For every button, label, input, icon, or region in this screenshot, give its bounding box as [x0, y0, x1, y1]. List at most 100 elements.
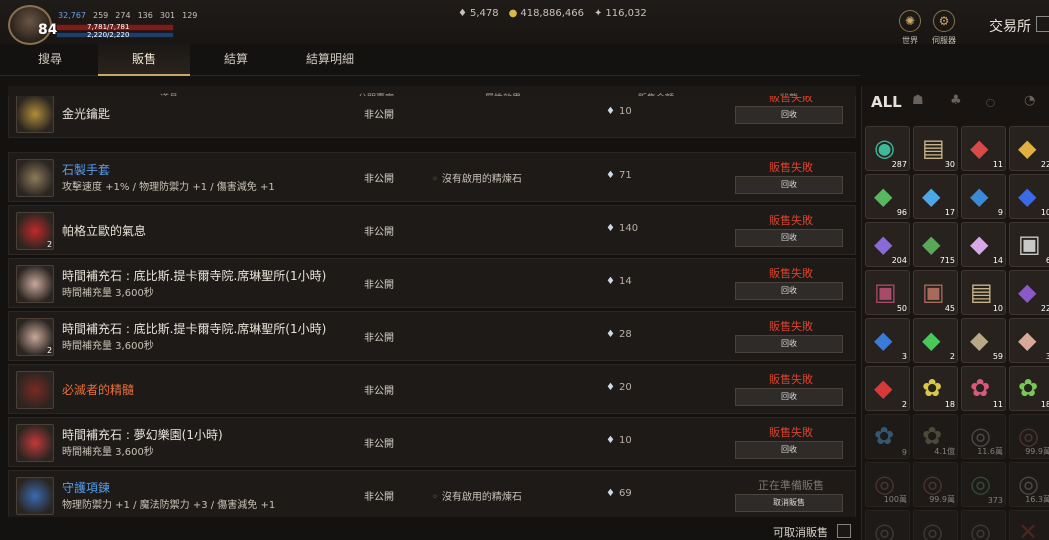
item-subtext: 時間補充量 3,600秒	[62, 447, 154, 458]
seller-visibility: 非公開	[364, 333, 394, 344]
item-icon: ✿	[1018, 374, 1039, 402]
inventory-slot[interactable]: ✿ 18	[1009, 366, 1049, 411]
server-button[interactable]: ⚙ 伺服器	[929, 10, 959, 46]
inv-tab-misc-icon[interactable]: ◔	[1024, 93, 1035, 108]
item-icon: ◆	[1018, 134, 1037, 162]
inventory-slot[interactable]: ◎	[961, 510, 1006, 540]
exit-button[interactable]	[1036, 16, 1049, 32]
inventory-slot[interactable]: ◆ 22	[1009, 126, 1049, 171]
slot-count: 99.9萬	[1025, 447, 1049, 456]
sale-row[interactable]: 時間補充石 : 底比斯.提卡爾寺院.席琳聖所(1小時) 時間補充量 3,600秒 非…	[8, 258, 856, 308]
inventory-slot[interactable]: ✕	[1009, 510, 1049, 540]
inventory-slot[interactable]: ▣ 50	[865, 270, 910, 315]
tab-bar: 搜尋 販售 結算 結算明細	[0, 44, 860, 76]
item-name: 必滅者的精髓	[62, 383, 135, 397]
item-icon[interactable]	[16, 265, 54, 303]
inventory-slot[interactable]: ◆ 2	[913, 318, 958, 363]
inventory-slot[interactable]: ◆ 9	[961, 174, 1006, 219]
inventory-slot[interactable]: ▣ 6	[1009, 222, 1049, 267]
item-icon[interactable]	[16, 477, 54, 515]
inventory-slot[interactable]: ◆ 14	[961, 222, 1006, 267]
status-text: 正在準備販售	[758, 479, 824, 492]
reclaim-button[interactable]: 回收	[735, 282, 843, 300]
inventory-slot[interactable]: ◎ 99.9萬	[1009, 414, 1049, 459]
effect-value: 沒有啟用的精煉石	[441, 174, 522, 185]
seller-visibility: 非公開	[364, 439, 394, 450]
inventory-slot[interactable]: ◆ 11	[961, 126, 1006, 171]
price: ♦ 14	[606, 276, 632, 287]
inventory-slot[interactable]: ◎ 373	[961, 462, 1006, 507]
sale-row[interactable]: 守護項鍊 物理防禦力 +1 / 魔法防禦力 +3 / 傷害減免 +1 非公開 ◦ 沒有啟…	[8, 470, 856, 517]
item-icon[interactable]	[16, 96, 54, 133]
tab-sell[interactable]: 販售	[98, 44, 190, 76]
inventory-slot[interactable]: ▤ 30	[913, 126, 958, 171]
item-icon: ◆	[922, 230, 941, 258]
other-amount: 116,032	[605, 8, 647, 19]
inventory-panel: ALL ☗ ♣ ◯ ◔ ◉ 287 ▤ 30 ◆ 11 ◆ 22 ◆ 96 ◆ 17 ◆ 9 ◆ 10 ◆ 204…	[861, 86, 1049, 540]
inventory-slot[interactable]: ✿ 4.1億	[913, 414, 958, 459]
inventory-slot[interactable]: ◎ 16.3萬	[1009, 462, 1049, 507]
inv-tab-bag-icon[interactable]: ♣	[950, 93, 962, 108]
inv-tab-badge-icon[interactable]: ◯	[986, 98, 995, 107]
inventory-slot[interactable]: ▤ 10	[961, 270, 1006, 315]
item-icon[interactable]	[16, 371, 54, 409]
inventory-slot[interactable]: ◆ 2	[865, 366, 910, 411]
inventory-slot[interactable]: ◆ 715	[913, 222, 958, 267]
slot-count: 22	[1040, 304, 1049, 313]
item-icon: ◉	[874, 134, 895, 162]
item-icon[interactable]	[16, 424, 54, 462]
slot-count: 2	[949, 352, 955, 361]
inventory-slot[interactable]: ▣ 45	[913, 270, 958, 315]
inventory-slot[interactable]: ◎ 100萬	[865, 462, 910, 507]
inventory-slot[interactable]: ◉ 287	[865, 126, 910, 171]
top-status-bar: 84 32,767 259 274 136 301 129 7,781/7,78…	[0, 0, 1049, 46]
inv-tab-all[interactable]: ALL	[871, 93, 902, 111]
reclaim-button[interactable]: 回收	[735, 441, 843, 459]
cancelable-checkbox[interactable]	[837, 524, 851, 538]
price-value: 10	[618, 435, 632, 446]
reclaim-button[interactable]: 回收	[735, 106, 843, 124]
sale-row[interactable]: 金光鑰匙 非公開 ♦ 10 販售失敗 回收	[8, 96, 856, 138]
inventory-slot[interactable]: ✿ 9	[865, 414, 910, 459]
inventory-slot[interactable]: ✿ 18	[913, 366, 958, 411]
tab-settlement-details[interactable]: 結算明細	[282, 44, 378, 76]
inventory-slot[interactable]: ◎	[865, 510, 910, 540]
inventory-slot[interactable]: ◆ 17	[913, 174, 958, 219]
reclaim-button[interactable]: 回收	[735, 388, 843, 406]
inventory-slot[interactable]: ◆ 3	[865, 318, 910, 363]
reclaim-button[interactable]: 回收	[735, 176, 843, 194]
inventory-slot[interactable]: ◆ 59	[961, 318, 1006, 363]
item-icon: ◆	[970, 230, 989, 258]
mp-bar: 2,220/2,220	[56, 31, 174, 39]
slot-count: 3	[901, 352, 907, 361]
inventory-slot[interactable]: ✿ 11	[961, 366, 1006, 411]
currency-bar: ♦ 5,478 ● 418,886,466 ✦ 116,032	[458, 8, 647, 19]
inventory-slot[interactable]: ◎ 99.9萬	[913, 462, 958, 507]
reclaim-button[interactable]: 回收	[735, 335, 843, 353]
world-button[interactable]: ✺ 世界	[895, 10, 925, 46]
inventory-slot[interactable]: ◆ 10	[1009, 174, 1049, 219]
reclaim-button[interactable]: 回收	[735, 229, 843, 247]
cancel-sale-button[interactable]: 取消販售	[735, 494, 843, 512]
tab-search[interactable]: 搜尋	[0, 44, 100, 76]
tab-settlement[interactable]: 結算	[190, 44, 282, 76]
gold-amount: 418,886,466	[520, 8, 584, 19]
diamond-icon: ♦	[606, 170, 615, 181]
slot-count: 59	[992, 352, 1003, 361]
inventory-slot[interactable]: ◆ 96	[865, 174, 910, 219]
sale-row[interactable]: 石製手套 攻擊速度 +1% / 物理防禦力 +1 / 傷害減免 +1 非公開 ◦ 沒有啟…	[8, 152, 856, 202]
inventory-slot[interactable]: ◎	[913, 510, 958, 540]
sale-row[interactable]: 2 帕格立歐的氣息 非公開 ♦ 140 販售失敗 回收	[8, 205, 856, 255]
item-icon: ✿	[922, 374, 943, 402]
sale-row[interactable]: 時間補充石 : 夢幻樂園(1小時) 時間補充量 3,600秒 非公開 ♦ 10 販售失敗回…	[8, 417, 856, 467]
sale-row[interactable]: 2 時間補充石 : 底比斯.提卡爾寺院.席琳聖所(1小時) 時間補充量 3,600秒…	[8, 311, 856, 361]
inventory-slot[interactable]: ◆ 22	[1009, 270, 1049, 315]
item-icon[interactable]	[16, 159, 54, 197]
sale-row[interactable]: 必滅者的精髓 非公開 ♦ 20 販售失敗 回收	[8, 364, 856, 414]
inventory-slot[interactable]: ◎ 11.6萬	[961, 414, 1006, 459]
inventory-slot[interactable]: ◆ 204	[865, 222, 910, 267]
slot-count: 2	[901, 400, 907, 409]
price-value: 71	[618, 170, 632, 181]
inventory-slot[interactable]: ◆ 3	[1009, 318, 1049, 363]
inv-tab-helmet-icon[interactable]: ☗	[912, 93, 924, 108]
